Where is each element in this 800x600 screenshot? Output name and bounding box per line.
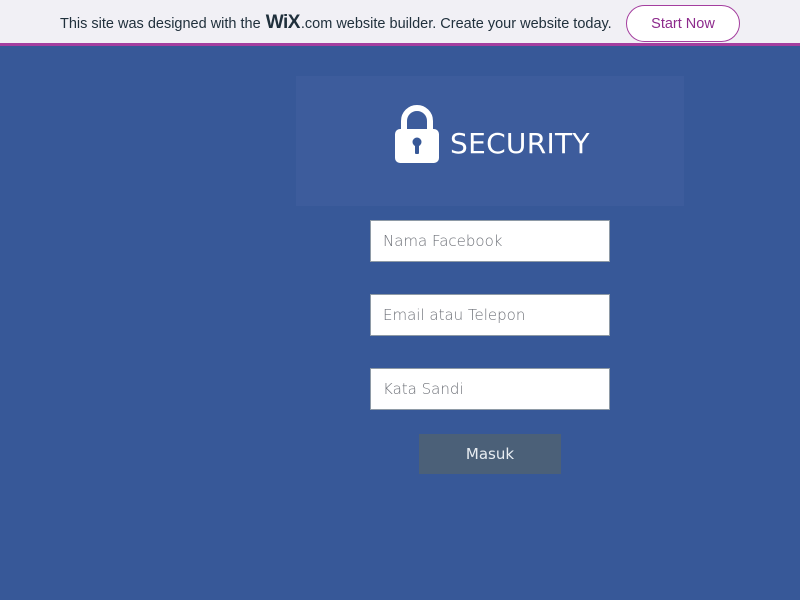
security-header: SECURITY — [296, 76, 684, 206]
wix-banner: This site was designed with the WiX .com… — [0, 0, 800, 46]
email-phone-input[interactable] — [370, 294, 610, 336]
wix-logo-suffix: .com — [300, 16, 333, 32]
lock-icon — [395, 105, 439, 163]
security-title: SECURITY — [450, 127, 590, 160]
banner-text-after: website builder. Create your website tod… — [336, 16, 612, 32]
banner-text-before: This site was designed with the — [60, 16, 261, 32]
facebook-name-input[interactable] — [370, 220, 610, 262]
start-now-button[interactable]: Start Now — [626, 5, 740, 42]
password-input[interactable] — [370, 368, 610, 410]
wix-logo[interactable]: WiX — [266, 12, 301, 34]
login-button[interactable]: Masuk — [419, 434, 561, 474]
wix-banner-text: This site was designed with the WiX .com… — [60, 12, 612, 34]
